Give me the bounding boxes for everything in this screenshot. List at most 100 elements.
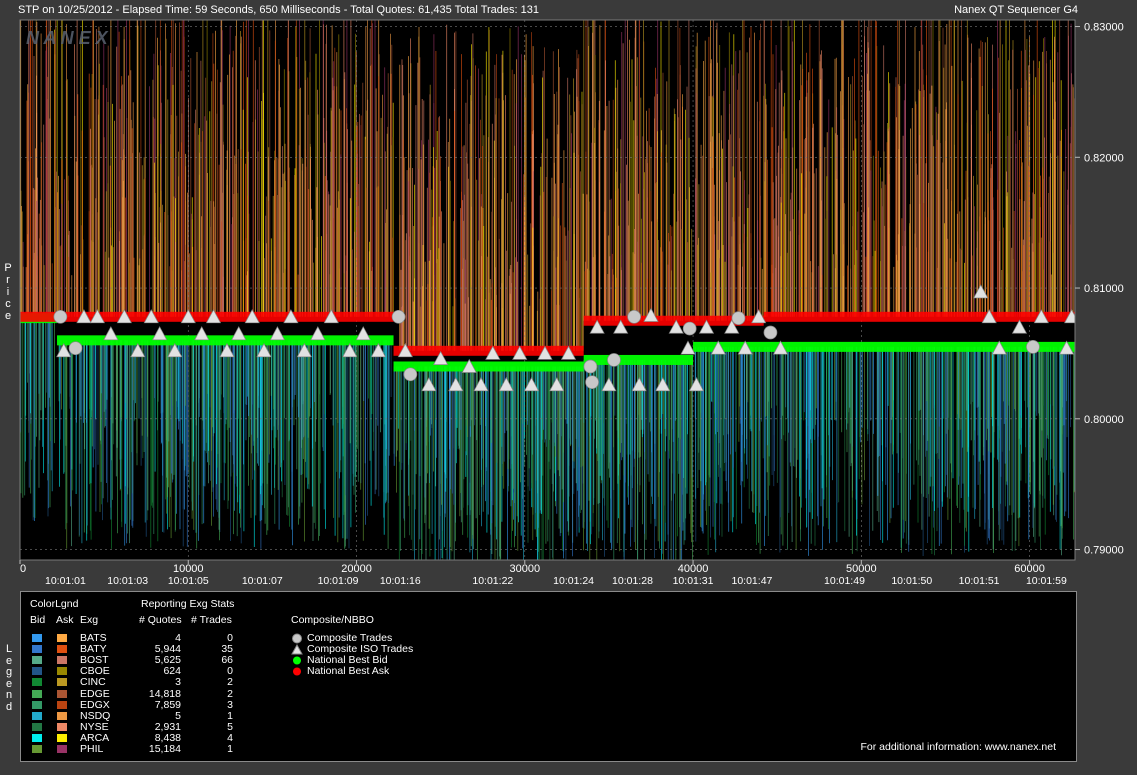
ask-color-swatch	[57, 634, 67, 642]
composite-trade-marker	[682, 321, 697, 336]
bid-color-swatch	[32, 745, 42, 753]
composite-trade-marker	[607, 353, 621, 367]
ask-color-swatch	[57, 667, 67, 676]
circle-icon	[292, 633, 302, 644]
time-label: 10:01:31	[673, 575, 714, 587]
ask-color-swatch	[57, 733, 67, 742]
ask-color-swatch	[57, 689, 67, 698]
exchange-name: EDGE	[80, 687, 110, 700]
composite-trade-marker	[68, 341, 83, 356]
price-chart: N A N E X 0.83000 0.82000 0.81000 0.80000 0.…	[19, 19, 1124, 587]
quote-count: 15,184	[148, 743, 181, 755]
time-label: 10:01:22	[472, 575, 513, 587]
green-dot-icon	[293, 656, 301, 665]
legend-letter: d	[5, 700, 13, 713]
nanex-watermark: N A N E X	[26, 28, 109, 48]
exchange-name: EDGX	[80, 698, 110, 711]
composite-trade-marker	[583, 359, 598, 374]
trade-count: 2	[227, 687, 233, 700]
y-tick-label: 0.82000	[1084, 152, 1124, 164]
legend-panel: ColorLgnd Bid Ask Exg Reporting Exg Stat…	[20, 591, 1077, 762]
ask-color-swatch	[57, 722, 67, 731]
time-label: 10:01:09	[318, 575, 359, 587]
bid-color-swatch	[32, 634, 42, 642]
quote-count: 7,859	[154, 698, 181, 711]
exchange-name: PHIL	[80, 743, 104, 755]
y-tick-label: 0.80000	[1084, 414, 1124, 426]
quote-count: 624	[163, 665, 181, 678]
triangle-icon	[291, 644, 303, 655]
bid-color-swatch	[32, 678, 42, 687]
ask-color-swatch	[57, 678, 67, 687]
ask-color-swatch	[57, 700, 67, 709]
exg-header: Exg	[80, 614, 99, 626]
time-label: 10:01:47	[732, 575, 773, 587]
time-label: 10:01:01	[45, 575, 86, 587]
bid-color-swatch	[32, 711, 42, 720]
y-axis-letter: i	[6, 286, 10, 298]
time-label: 10:01:05	[168, 575, 209, 587]
x-tick-label: 0	[20, 563, 26, 575]
legend-row: PHIL 15,184 1	[21, 744, 281, 755]
legend-row: CINC 3 2	[21, 677, 281, 688]
bid-header: Bid	[30, 614, 46, 626]
trade-count: 3	[227, 698, 233, 711]
ask-color-swatch	[57, 656, 67, 665]
y-tick-label: 0.79000	[1084, 545, 1124, 557]
trades-header: # Trades	[191, 614, 232, 626]
national-best-bid-band	[393, 361, 584, 372]
time-label: 10:01:51	[959, 575, 1000, 587]
composite-trade-marker	[403, 367, 418, 382]
legend-row: EDGX 7,859 3	[21, 698, 281, 711]
legend-row: BATY 5,944 35	[21, 644, 281, 655]
stats-title: Reporting Exg Stats	[141, 598, 235, 610]
bid-color-swatch	[32, 722, 42, 731]
x-tick-label: 20000	[341, 563, 372, 575]
time-label: 10:01:16	[380, 575, 421, 587]
time-label: 10:01:03	[107, 575, 148, 587]
ask-header: Ask	[56, 614, 74, 626]
bid-color-swatch	[32, 667, 42, 676]
trade-count: 1	[227, 743, 233, 755]
legend-side-label: L e g e n d	[4, 643, 14, 713]
bid-color-swatch	[32, 733, 42, 742]
y-axis-letter: r	[6, 274, 10, 286]
time-label: 10:01:59	[1026, 575, 1067, 587]
quote-count: 14,818	[148, 687, 181, 700]
bid-color-swatch	[32, 645, 42, 654]
time-label: 10:01:49	[824, 575, 865, 587]
bid-color-swatch	[32, 656, 42, 665]
time-label: 10:01:28	[612, 575, 653, 587]
time-label: 10:01:07	[242, 575, 283, 587]
trade-count: 2	[227, 676, 233, 689]
y-axis-letter: c	[5, 298, 11, 310]
color-legend-title: ColorLgnd	[30, 598, 79, 610]
legend-row: CBOE 624 0	[21, 666, 281, 677]
composite-trade-marker	[731, 311, 746, 325]
national-best-ask-band	[20, 311, 394, 322]
y-tick-label: 0.83000	[1084, 22, 1124, 34]
national-best-bid-band	[583, 354, 694, 365]
y-axis-letter: P	[4, 262, 12, 274]
legend-row: NSDQ 5 1	[21, 710, 281, 722]
y-axis-letter: e	[4, 310, 12, 322]
composite-trade-marker	[627, 309, 642, 324]
composite-trade-marker	[1026, 340, 1040, 354]
red-dot-icon	[293, 667, 301, 676]
legend-letter: g	[5, 666, 13, 678]
time-label: 10:01:50	[891, 575, 932, 587]
x-tick-label: 30000	[509, 563, 540, 575]
y-tick-label: 0.81000	[1084, 283, 1124, 295]
x-tick-label: 60000	[1014, 563, 1045, 575]
quotes-header: # Quotes	[139, 614, 182, 626]
x-tick-label: 40000	[678, 563, 709, 575]
y-axis-label: P r i c e	[3, 262, 13, 322]
composite-trade-marker	[763, 325, 778, 340]
ask-color-swatch	[57, 711, 67, 720]
bid-color-swatch	[32, 689, 42, 698]
composite-trade-marker	[585, 375, 599, 390]
ask-color-swatch	[57, 745, 67, 753]
composite-trade-marker	[53, 309, 68, 324]
exchange-name: CINC	[80, 676, 106, 689]
legend-row: BATS 4 0	[21, 633, 281, 644]
